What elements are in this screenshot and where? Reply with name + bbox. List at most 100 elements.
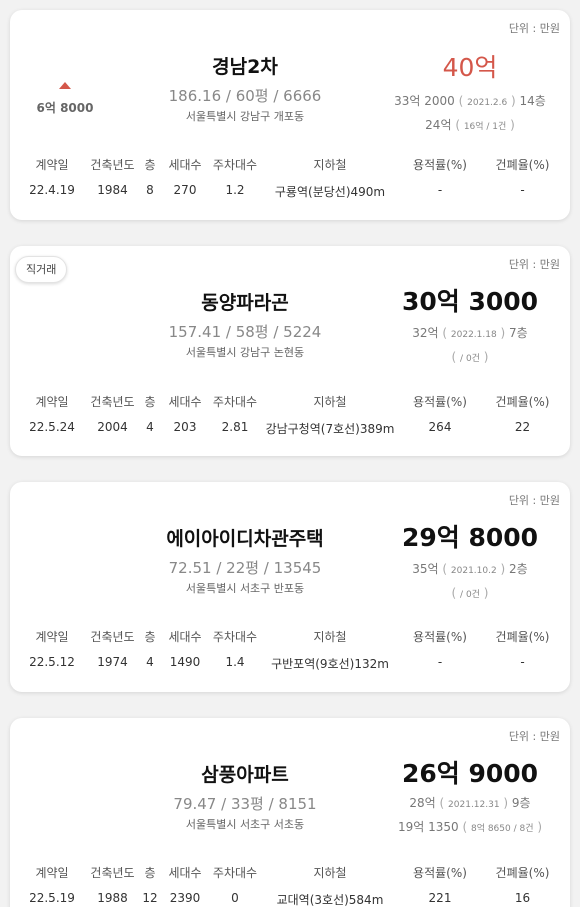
table-cell: -	[520, 183, 525, 197]
listing-card[interactable]: 단위 : 만원 에이아이디차관주택 72.51 / 22평 / 13545 서울…	[10, 482, 570, 692]
unit-label: 단위 : 만원	[508, 258, 560, 271]
table-header-row: 계약일 건축년도 층 세대수 주차대수 지하철 용적률(%) 건폐율(%)	[10, 864, 570, 882]
price-change: 6억 8000	[30, 82, 100, 116]
listing-card[interactable]: 단위 : 만원 직거래 동양파라곤 157.41 / 58평 / 5224 서울…	[10, 246, 570, 456]
jeonse-detail: / 0건	[460, 354, 480, 364]
table-cell: 교대역(3호선)584m	[276, 893, 384, 907]
table-cell: 구반포역(9호선)132m	[271, 657, 389, 671]
table-cell: 8	[146, 183, 154, 197]
table-cell: 22.5.19	[29, 891, 75, 905]
table-header: 층	[144, 866, 156, 880]
table-header: 세대수	[168, 395, 202, 409]
area-stats: 186.16 / 60평 / 6666	[168, 87, 322, 105]
table-cell: 1.2	[225, 183, 245, 197]
jeonse-detail: 8억 8650 / 8건	[470, 824, 534, 834]
table-header: 건축년도	[90, 395, 135, 409]
table-header: 주차대수	[212, 395, 258, 409]
table-header: 층	[144, 395, 156, 409]
table-header: 주차대수	[212, 630, 258, 644]
previous-price: 32억	[412, 326, 439, 340]
table-cell: 0	[231, 891, 239, 905]
table-cell: 1490	[169, 655, 201, 669]
previous-price: 35억	[412, 562, 439, 576]
table-cell: -	[520, 655, 525, 669]
jeonse-info: ( / 0건 )	[451, 586, 489, 600]
table-header: 지하철	[313, 866, 347, 880]
jeonse-detail: 16억 / 1건	[463, 122, 507, 132]
previous-floor: 9층	[511, 796, 531, 810]
table-cell: 1984	[97, 183, 128, 197]
table-cell: 22.5.12	[29, 655, 75, 669]
direct-trade-badge: 직거래	[15, 256, 68, 283]
table-cell: -	[437, 183, 443, 197]
table-cell: 2004	[97, 420, 128, 434]
area-stats: 157.41 / 58평 / 5224	[168, 323, 322, 341]
jeonse-detail: / 0건	[460, 590, 480, 600]
previous-date: 2021.2.6	[467, 98, 508, 108]
sale-price: 40억	[442, 53, 498, 82]
table-header-row: 계약일 건축년도 층 세대수 주차대수 지하철 용적률(%) 건폐율(%)	[10, 628, 570, 646]
table-header: 주차대수	[212, 158, 258, 172]
table-header: 층	[144, 158, 156, 172]
table-header: 용적률(%)	[413, 866, 467, 880]
jeonse-info: ( / 0건 )	[451, 350, 489, 364]
table-cell: 264	[428, 420, 452, 434]
table-row: 22.5.19 1988 12 2390 0 교대역(3호선)584m 221 …	[10, 891, 570, 907]
price-change-value: 6억 8000	[36, 101, 94, 115]
listing-card[interactable]: 단위 : 만원 6억 8000 경남2차 186.16 / 60평 / 6666…	[10, 10, 570, 220]
table-header: 세대수	[168, 158, 202, 172]
previous-date: 2022.1.18	[450, 330, 497, 340]
apartment-name: 에이아이디차관주택	[166, 528, 324, 550]
table-cell: 2390	[169, 891, 201, 905]
unit-label: 단위 : 만원	[508, 22, 560, 35]
previous-price: 33억 2000	[394, 94, 455, 108]
sale-price: 29억 8000	[401, 523, 539, 552]
unit-label: 단위 : 만원	[508, 494, 560, 507]
table-cell: 1974	[97, 655, 128, 669]
info-table: 계약일 건축년도 층 세대수 주차대수 지하철 용적률(%) 건폐율(%) 22…	[10, 628, 570, 673]
table-cell: 22	[514, 420, 531, 434]
previous-floor: 7층	[509, 326, 528, 340]
table-cell: 4	[146, 420, 154, 434]
jeonse-info: 19억 1350 ( 8억 8650 / 8건 )	[397, 820, 543, 834]
table-header-row: 계약일 건축년도 층 세대수 주차대수 지하철 용적률(%) 건폐율(%)	[10, 393, 570, 411]
previous-date: 2021.10.2	[450, 566, 497, 576]
listing-card[interactable]: 단위 : 만원 삼풍아파트 79.47 / 33평 / 8151 서울특별시 서…	[10, 718, 570, 907]
previous-trade: 32억 ( 2022.1.18 ) 7층	[412, 326, 528, 340]
table-header: 지하철	[313, 630, 347, 644]
sale-price: 30억 3000	[401, 287, 539, 316]
table-row: 22.5.12 1974 4 1490 1.4 구반포역(9호선)132m - …	[10, 655, 570, 673]
previous-trade: 35억 ( 2021.10.2 ) 2층	[412, 562, 528, 576]
table-cell: 22.5.24	[29, 420, 75, 434]
table-cell: 221	[428, 891, 452, 905]
table-header: 계약일	[35, 866, 69, 880]
table-header: 건폐율(%)	[495, 630, 550, 644]
apartment-name: 경남2차	[212, 56, 278, 78]
previous-floor: 2층	[509, 562, 528, 576]
table-cell: 2.81	[221, 420, 249, 434]
table-cell: 1988	[97, 891, 128, 905]
info-table: 계약일 건축년도 층 세대수 주차대수 지하철 용적률(%) 건폐율(%) 22…	[10, 393, 570, 438]
apartment-name: 삼풍아파트	[201, 764, 289, 786]
table-header-row: 계약일 건축년도 층 세대수 주차대수 지하철 용적률(%) 건폐율(%)	[10, 156, 570, 174]
info-table: 계약일 건축년도 층 세대수 주차대수 지하철 용적률(%) 건폐율(%) 22…	[10, 864, 570, 907]
table-header: 주차대수	[212, 866, 258, 880]
table-header: 용적률(%)	[413, 395, 467, 409]
area-stats: 79.47 / 33평 / 8151	[173, 795, 317, 813]
table-header: 계약일	[35, 158, 69, 172]
sale-price: 26억 9000	[401, 759, 539, 788]
table-header: 건폐율(%)	[495, 158, 550, 172]
table-header: 건폐율(%)	[495, 866, 550, 880]
table-cell: 4	[146, 655, 154, 669]
table-cell: 12	[142, 891, 158, 905]
address: 서울특별시 강남구 논현동	[185, 346, 305, 359]
previous-price: 28억	[409, 796, 436, 810]
address: 서울특별시 강남구 개포동	[185, 110, 305, 123]
previous-trade: 28억 ( 2021.12.31 ) 9층	[409, 796, 531, 810]
jeonse-price: 24억	[425, 118, 452, 132]
table-cell: 203	[173, 420, 197, 434]
table-header: 층	[144, 630, 156, 644]
address: 서울특별시 서초구 서초동	[185, 818, 305, 831]
table-header: 세대수	[168, 866, 202, 880]
address: 서울특별시 서초구 반포동	[185, 582, 305, 595]
